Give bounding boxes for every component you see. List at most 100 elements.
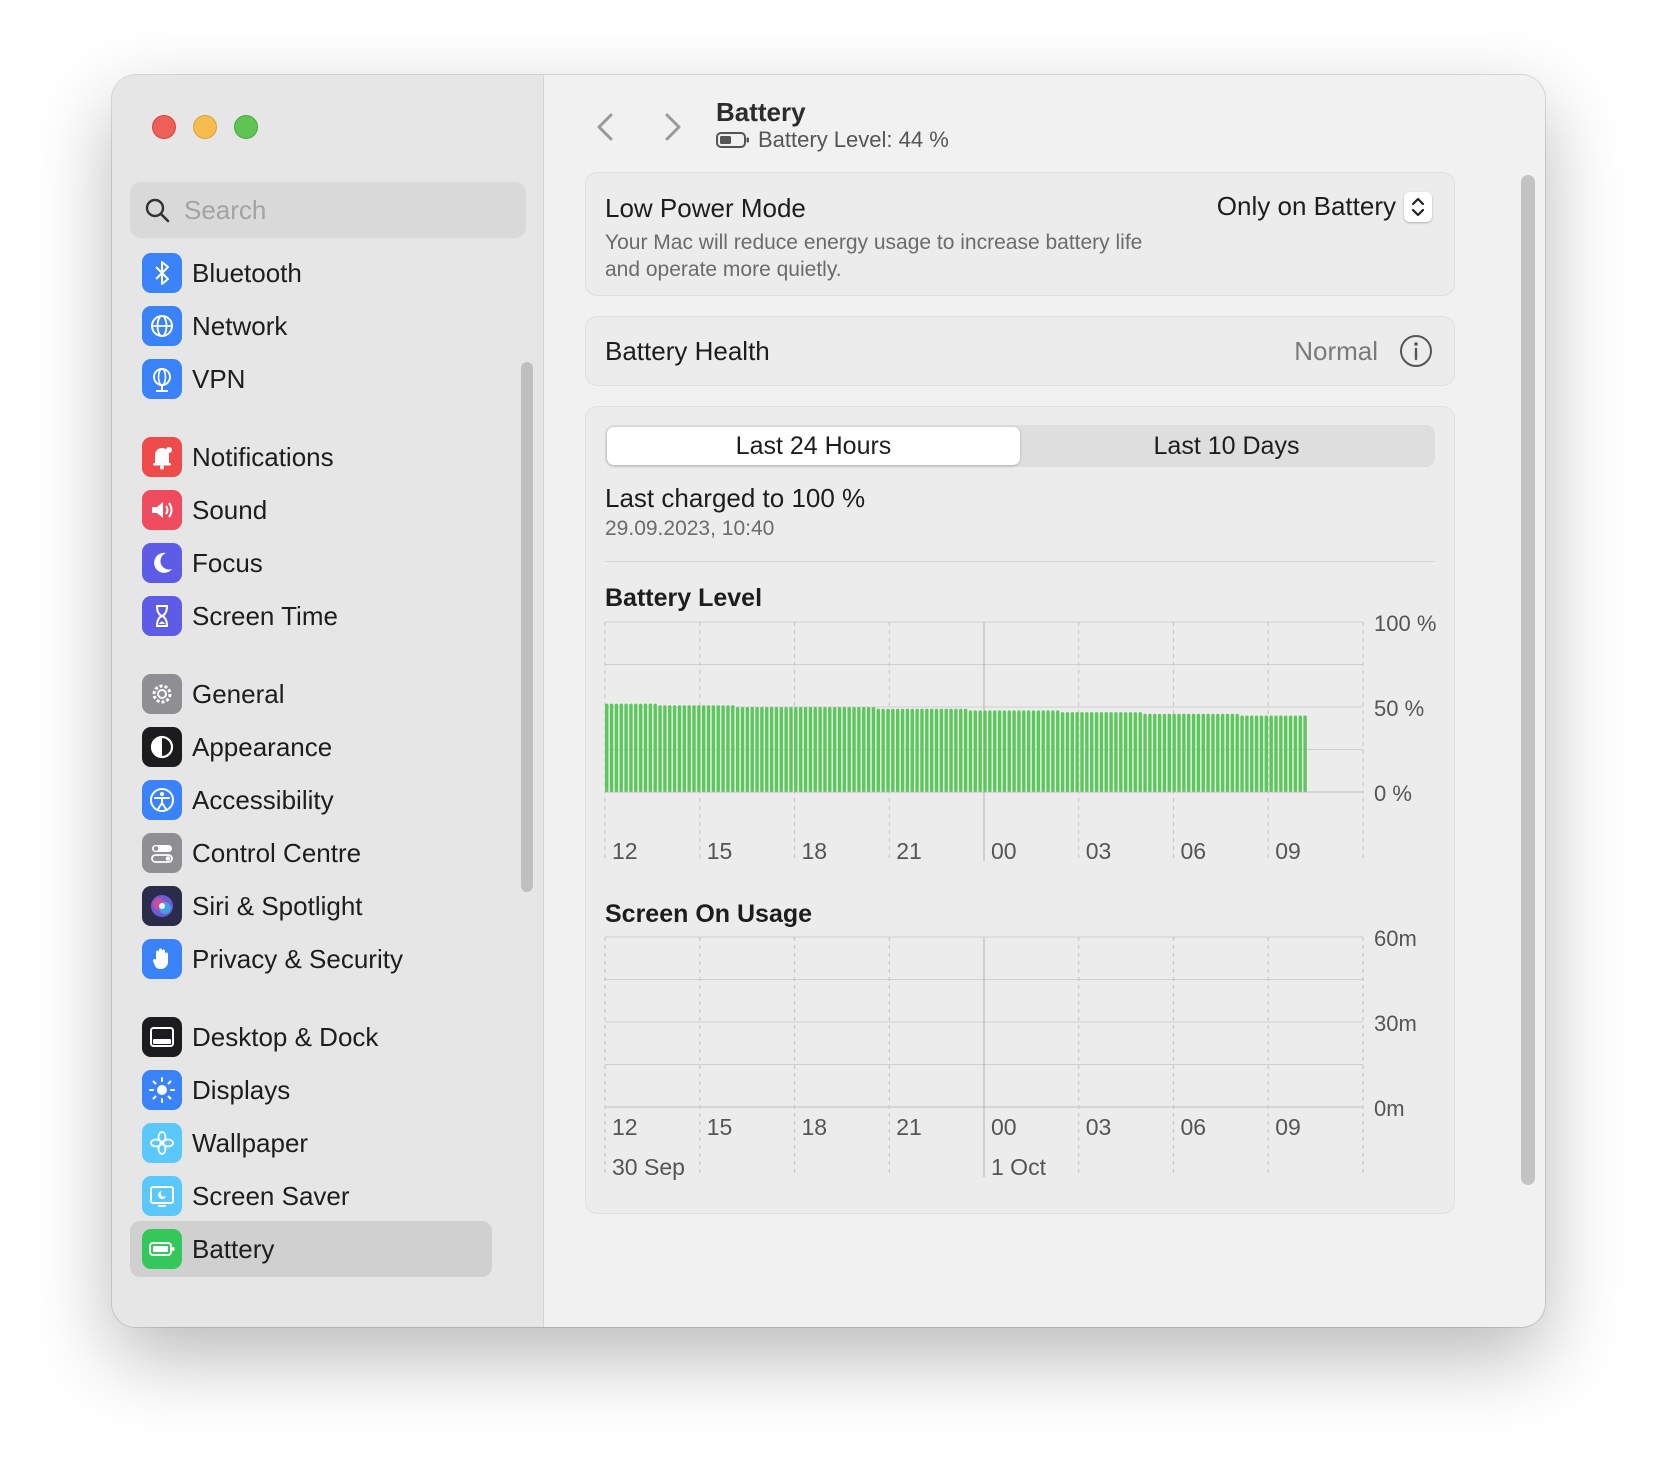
tab-last-24-hours[interactable]: Last 24 Hours xyxy=(607,427,1020,465)
control-centre-icon xyxy=(142,833,182,873)
battery-bar xyxy=(1288,715,1293,792)
sidebar-item-label: Network xyxy=(192,310,288,341)
y-tick-label: 60m xyxy=(1374,926,1417,951)
content-scrollbar[interactable] xyxy=(1521,175,1535,1185)
forward-chevron-icon[interactable] xyxy=(659,107,687,147)
x-tick-label: 09 xyxy=(1275,1114,1301,1140)
battery-bar xyxy=(988,710,992,792)
battery-bar xyxy=(1293,715,1298,792)
battery-bar xyxy=(973,710,977,792)
battery-bar xyxy=(832,707,837,792)
sidebar-item-label: Battery xyxy=(192,1233,275,1264)
sidebar-item-label: Siri & Spotlight xyxy=(192,890,363,921)
battery-bar xyxy=(1254,715,1259,792)
battery-bar xyxy=(672,705,677,792)
sidebar-item-siri-spotlight[interactable]: Siri & Spotlight xyxy=(130,878,492,934)
sidebar-scrollbar[interactable] xyxy=(521,362,533,892)
sidebar-item-general[interactable]: General xyxy=(130,666,492,722)
sidebar-item-label: Desktop & Dock xyxy=(192,1021,379,1052)
y-tick-label: 30m xyxy=(1374,1011,1417,1036)
battery-bar xyxy=(1259,715,1264,792)
battery-bar xyxy=(823,707,827,792)
battery-bar xyxy=(813,707,817,792)
sidebar-item-desktop-dock[interactable]: Desktop & Dock xyxy=(130,1009,492,1065)
battery-bar xyxy=(847,707,851,792)
search-icon xyxy=(145,198,170,223)
back-chevron-icon[interactable] xyxy=(591,107,619,147)
sidebar-item-focus[interactable]: Focus xyxy=(130,535,492,591)
x-tick-label: 12 xyxy=(612,1114,638,1140)
usage-card: Last 24 Hours Last 10 Days Last charged … xyxy=(585,406,1455,1214)
close-button[interactable] xyxy=(152,115,176,139)
low-power-popup[interactable]: Only on Battery xyxy=(1217,191,1432,222)
sidebar-item-control-centre[interactable]: Control Centre xyxy=(130,825,492,881)
sidebar: Bluetooth Network VPN Notifications Sound Foc… xyxy=(112,75,544,1327)
search-input[interactable] xyxy=(184,194,504,226)
battery-bar xyxy=(1191,713,1196,792)
x-tick-label: 00 xyxy=(991,1114,1017,1140)
up-down-chevron-icon xyxy=(1404,191,1432,222)
battery-bar xyxy=(925,708,929,792)
info-icon[interactable] xyxy=(1398,333,1434,369)
sidebar-item-label: Screen Time xyxy=(192,600,338,631)
battery-bar xyxy=(658,705,662,792)
battery-bar xyxy=(929,708,934,792)
sidebar-item-bluetooth[interactable]: Bluetooth xyxy=(130,245,492,301)
sidebar-item-battery[interactable]: Battery xyxy=(130,1221,492,1277)
battery-bar xyxy=(706,705,711,792)
battery-icon xyxy=(142,1229,182,1269)
battery-bar xyxy=(1143,713,1147,792)
battery-bar xyxy=(740,707,745,792)
battery-bar xyxy=(668,705,672,792)
battery-bar xyxy=(1284,715,1288,792)
content-pane: Battery Battery Level: 44 % Low Power Mo… xyxy=(545,75,1545,1327)
minimize-button[interactable] xyxy=(193,115,217,139)
battery-bar xyxy=(862,707,866,792)
sidebar-item-sound[interactable]: Sound xyxy=(130,482,492,538)
notifications-icon xyxy=(142,437,182,477)
x-tick-label: 03 xyxy=(1086,1114,1112,1140)
sidebar-item-network[interactable]: Network xyxy=(130,298,492,354)
y-tick-label: 0 % xyxy=(1374,781,1412,806)
battery-bar xyxy=(1070,712,1074,792)
sidebar-item-vpn[interactable]: VPN xyxy=(130,351,492,407)
tab-last-10-days[interactable]: Last 10 Days xyxy=(1020,427,1433,465)
battery-bar xyxy=(1109,712,1113,792)
zoom-button[interactable] xyxy=(234,115,258,139)
battery-bar xyxy=(1153,713,1157,792)
accessibility-icon xyxy=(142,780,182,820)
sidebar-item-screen-time[interactable]: Screen Time xyxy=(130,588,492,644)
battery-bar xyxy=(1119,712,1123,792)
y-tick-label: 100 % xyxy=(1374,611,1436,636)
battery-bar xyxy=(1085,712,1089,792)
search-field[interactable] xyxy=(130,182,526,238)
x-tick-label: 06 xyxy=(1181,1114,1207,1140)
battery-bar xyxy=(1060,712,1065,792)
sidebar-item-screen-saver[interactable]: Screen Saver xyxy=(130,1168,492,1224)
sidebar-item-privacy-security[interactable]: Privacy & Security xyxy=(130,931,492,987)
battery-bar xyxy=(1012,710,1016,792)
battery-bar xyxy=(900,708,905,792)
low-power-title: Low Power Mode xyxy=(605,193,806,223)
battery-bar xyxy=(1230,713,1235,792)
battery-bar xyxy=(842,707,847,792)
battery-bar xyxy=(983,710,987,792)
sidebar-item-accessibility[interactable]: Accessibility xyxy=(130,772,492,828)
battery-bar xyxy=(1056,710,1060,792)
battery-bar xyxy=(789,707,793,792)
battery-bar xyxy=(1104,712,1108,792)
sidebar-item-label: Wallpaper xyxy=(192,1127,309,1158)
siri-icon xyxy=(142,886,182,926)
sidebar-item-notifications[interactable]: Notifications xyxy=(130,429,492,485)
wallpaper-icon xyxy=(142,1123,182,1163)
settings-window: Bluetooth Network VPN Notifications Sound Foc… xyxy=(112,75,1545,1327)
x-tick-label: 12 xyxy=(612,838,638,864)
battery-bar xyxy=(1235,713,1239,792)
battery-bar xyxy=(891,708,895,792)
sidebar-item-label: Focus xyxy=(192,547,263,578)
sidebar-item-displays[interactable]: Displays xyxy=(130,1062,492,1118)
sidebar-item-appearance[interactable]: Appearance xyxy=(130,719,492,775)
battery-bar xyxy=(1220,713,1225,792)
battery-level-chart-title: Battery Level xyxy=(605,584,763,612)
sidebar-item-wallpaper[interactable]: Wallpaper xyxy=(130,1115,492,1171)
